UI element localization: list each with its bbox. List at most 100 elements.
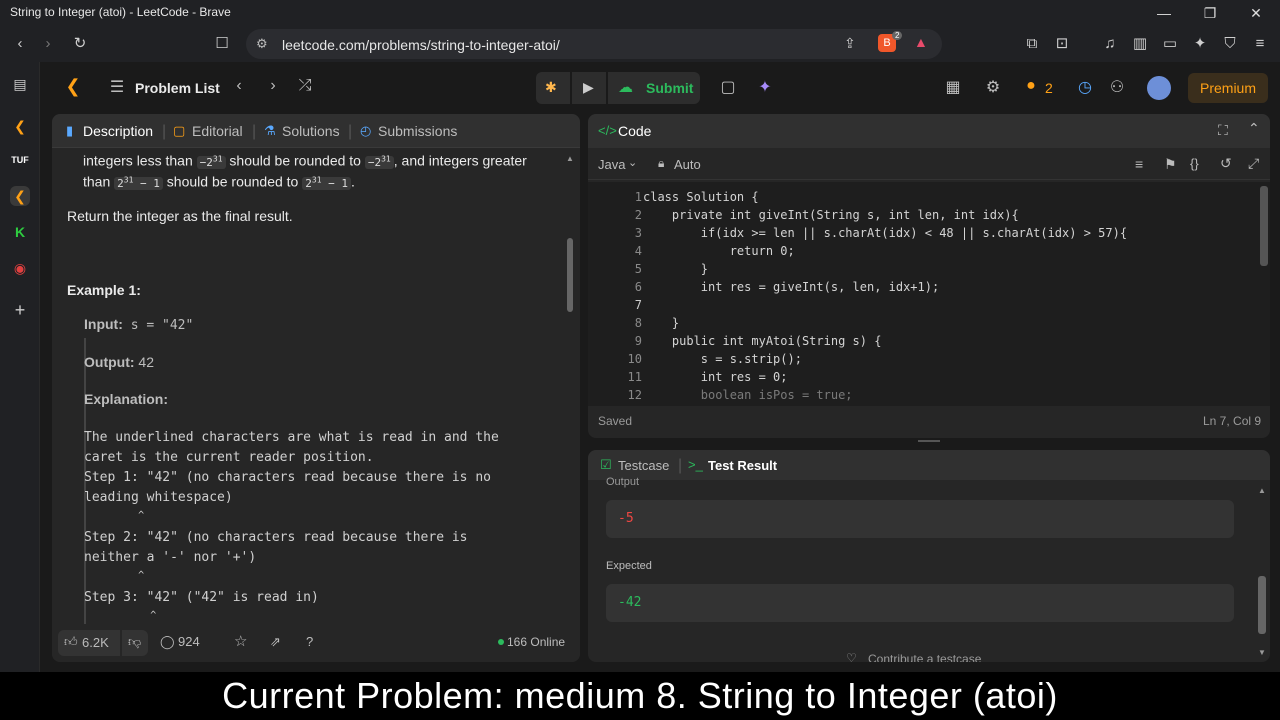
panel-resize-handle[interactable] [918, 440, 940, 444]
vpn-icon[interactable]: ⛉ [1220, 34, 1240, 54]
line-number: 6 [634, 280, 642, 294]
bookmark-icon[interactable]: ☐ [212, 34, 232, 54]
restore-icon[interactable]: ❐ [1200, 3, 1220, 23]
wallet-icon[interactable]: ▭ [1160, 34, 1180, 54]
leo-ai-icon[interactable]: ✦ [1190, 34, 1210, 54]
menu-icon[interactable]: ≡ [1250, 34, 1270, 54]
forward-icon[interactable]: › [38, 34, 58, 54]
tuf-shortcut-icon[interactable]: TUF [10, 150, 30, 170]
settings-icon[interactable]: ⚙ [982, 77, 1004, 97]
debug-button[interactable]: ✱ [536, 72, 570, 104]
share-link-icon[interactable]: ⇗ [270, 634, 281, 650]
tab-submissions[interactable]: Submissions [378, 123, 457, 139]
share-icon[interactable]: ⇪ [844, 35, 856, 52]
contribute-heart-icon[interactable]: ♡ [846, 651, 857, 662]
extensions-icon[interactable]: ⧉ [1022, 34, 1042, 54]
media-icon[interactable]: ♫ [1100, 34, 1120, 54]
tab-editorial[interactable]: Editorial [192, 123, 243, 139]
description-scrollbar[interactable]: ▲ ▼ [565, 154, 575, 614]
description-panel: ▮ Description | ▢ Editorial | ⚗ Solution… [52, 114, 580, 662]
chevron-down-icon[interactable]: ⌄ [628, 156, 637, 169]
comments-icon[interactable]: ◯ [160, 634, 175, 650]
random-problem-icon[interactable]: ⤮ [294, 77, 316, 95]
problem-list-icon[interactable]: ☰ [106, 77, 128, 97]
maximize-icon[interactable]: ⛶ [1218, 122, 1228, 139]
next-problem-icon[interactable]: › [262, 77, 284, 95]
premium-button[interactable]: Premium [1188, 73, 1268, 103]
browser-toolbar: ‹ › ↻ ☐ ⚙ leetcode.com/problems/string-t… [0, 26, 1280, 62]
code-panel: </> Code ⛶ ⌃ Java ⌄ 🔒︎ Auto ≡ ⚑ {} ↺ ⤢ 1… [588, 114, 1270, 438]
code-line: class Solution { [643, 190, 759, 204]
add-friend-icon[interactable]: ⚇ [1106, 77, 1128, 97]
braces-icon[interactable]: {} [1190, 156, 1199, 171]
bookmark-code-icon[interactable]: ⚑ [1164, 156, 1177, 173]
editor-scroll-thumb[interactable] [1260, 186, 1268, 266]
submissions-icon: ◴ [360, 123, 372, 138]
comment-count[interactable]: 924 [178, 634, 200, 649]
back-icon[interactable]: ‹ [10, 34, 30, 54]
dislike-button[interactable]: 👎︎ [122, 630, 148, 656]
description-content: integers less than −231 should be rounde… [52, 148, 580, 624]
close-icon[interactable]: ✕ [1246, 3, 1266, 23]
editorial-icon: ▢ [173, 123, 186, 138]
result-scroll-down-icon[interactable]: ▼ [1258, 648, 1266, 657]
prev-problem-icon[interactable]: ‹ [228, 77, 250, 95]
bug-icon: ✱ [545, 79, 557, 95]
run-button[interactable]: ▶ [572, 72, 606, 104]
url-text[interactable]: leetcode.com/problems/string-to-integer-… [282, 37, 560, 53]
ai-assist-icon[interactable]: ✦ [754, 77, 776, 97]
tab-test-result[interactable]: Test Result [708, 458, 777, 473]
submit-button[interactable]: ☁ Submit [608, 72, 700, 104]
code-line: boolean isPos = true; [643, 388, 853, 402]
favorite-star-icon[interactable]: ☆ [234, 632, 247, 650]
record-shortcut-icon[interactable]: ◉ [10, 258, 30, 278]
explanation-line: The underlined characters are what is re… [84, 430, 499, 445]
notes-icon[interactable]: ▢ [717, 77, 739, 97]
expected-label: Expected [606, 560, 652, 572]
code-icon: </> [598, 123, 617, 138]
leetcode-logo-icon[interactable]: ❮ [62, 76, 84, 97]
like-button[interactable]: 👍︎ 6.2K [58, 630, 120, 656]
result-scroll-thumb[interactable] [1258, 576, 1266, 634]
k-shortcut-icon[interactable]: K [10, 222, 30, 242]
language-select[interactable]: Java [598, 157, 625, 172]
leetcode-active-icon[interactable]: ❮ [10, 186, 30, 206]
tab-description[interactable]: Description [83, 123, 153, 139]
tab-testcase[interactable]: Testcase [618, 458, 669, 473]
expected-box: -42 [606, 584, 1234, 622]
timer-icon[interactable]: ◷ [1074, 77, 1096, 97]
layout-icon[interactable]: ▦ [942, 77, 964, 97]
code-editor[interactable]: 1 2 3 4 5 6 7 8 9 10 11 12 class Solutio… [588, 182, 1270, 406]
problem-list-link[interactable]: Problem List [135, 80, 220, 96]
code-footer: Saved Ln 7, Col 9 [588, 410, 1270, 438]
help-icon[interactable]: ? [306, 634, 313, 649]
example-explanation-label: Explanation: [84, 391, 169, 407]
collapse-icon[interactable]: ⌃ [1248, 120, 1260, 137]
explanation-line: leading whitespace) [84, 490, 233, 505]
avatar[interactable] [1147, 76, 1171, 100]
minimize-icon[interactable]: — [1154, 3, 1174, 23]
like-count: 6.2K [82, 635, 109, 650]
leetcode-shortcut-icon[interactable]: ❮ [10, 116, 30, 136]
streak-fire-icon[interactable]: ● [1020, 77, 1042, 95]
scroll-thumb[interactable] [567, 238, 573, 312]
brave-rewards-icon[interactable]: ▲ [914, 34, 928, 50]
screenshot-icon[interactable]: ⊡ [1052, 34, 1072, 54]
reload-icon[interactable]: ↻ [70, 34, 90, 54]
reset-icon[interactable]: ↺ [1220, 155, 1232, 172]
result-scroll-up-icon[interactable]: ▲ [1258, 486, 1266, 495]
tab-solutions[interactable]: Solutions [282, 123, 340, 139]
example-title: Example 1: [67, 282, 141, 298]
contribute-testcase-link[interactable]: Contribute a testcase [868, 652, 981, 662]
sidebar-panel-icon[interactable]: ▤ [10, 74, 30, 94]
leetcode-navbar: ❮ ☰ Problem List ‹ › ⤮ ✱ ▶ ☁ Submit ▢ ✦ … [40, 62, 1280, 112]
address-bar[interactable]: ⚙ leetcode.com/problems/string-to-intege… [246, 29, 942, 59]
mode-label[interactable]: Auto [674, 157, 701, 172]
line-number: 1 [634, 190, 642, 204]
scroll-up-icon[interactable]: ▲ [566, 154, 574, 163]
format-icon[interactable]: ≡ [1135, 156, 1143, 172]
add-shortcut-icon[interactable]: + [10, 300, 30, 320]
site-info-icon[interactable]: ⚙ [256, 36, 268, 52]
fullscreen-icon[interactable]: ⤢ [1248, 155, 1259, 172]
sidebar-toggle-icon[interactable]: ▥ [1130, 34, 1150, 54]
